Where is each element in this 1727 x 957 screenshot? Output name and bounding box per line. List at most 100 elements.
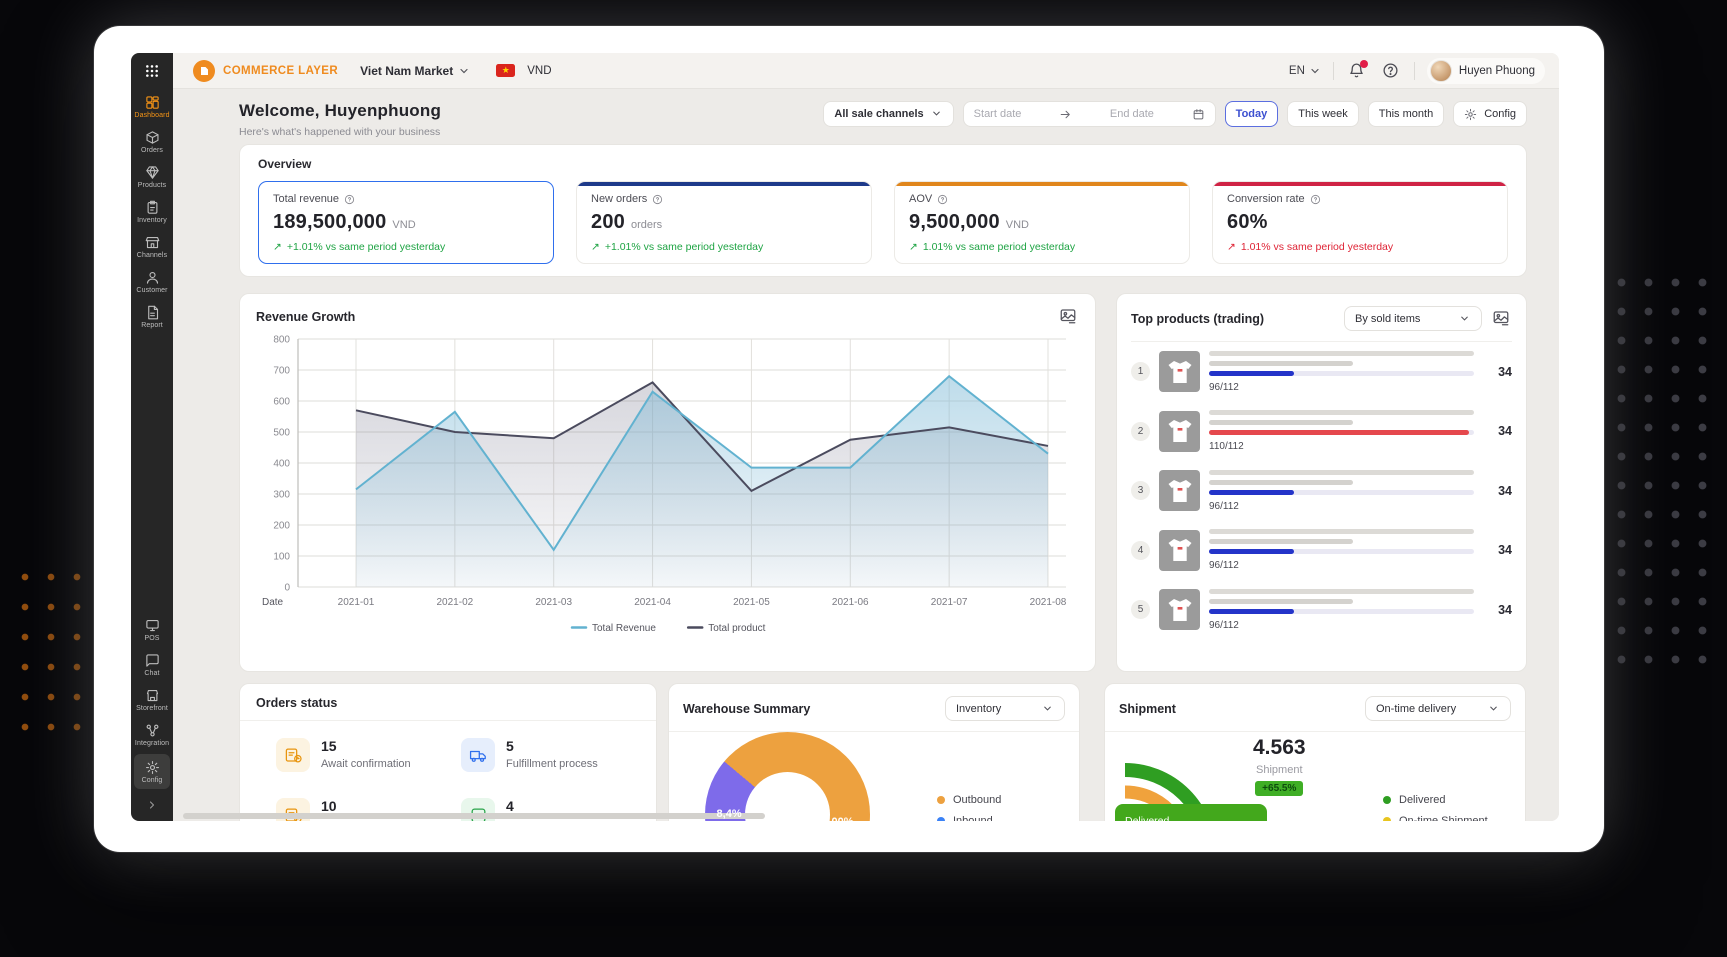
donut-small-label: 8,4% xyxy=(716,807,742,820)
decor-dots-right xyxy=(1608,268,1712,678)
order-pending-icon xyxy=(276,738,310,772)
range-month-button[interactable]: This month xyxy=(1367,101,1445,127)
stat-value: 9,500,000 xyxy=(909,211,1000,233)
product-row[interactable]: 3 96/112 34 xyxy=(1131,461,1512,521)
stat-value: 60% xyxy=(1227,211,1268,233)
sort-select[interactable]: By sold items xyxy=(1344,306,1482,331)
orders-status-panel: Orders status 15 Await confirmation 5 Fulfi… xyxy=(239,683,657,821)
export-icon[interactable] xyxy=(1059,307,1079,327)
this-month-label: This month xyxy=(1378,108,1434,120)
sidebar-item-products[interactable]: Products xyxy=(131,159,173,194)
product-bars: 96/112 xyxy=(1209,469,1485,512)
sidebar-item-label: Dashboard xyxy=(134,112,170,119)
shipment-filter-select[interactable]: On-time delivery xyxy=(1365,696,1511,721)
grid-dots-icon xyxy=(144,63,160,79)
sidebar-item-label: Customer xyxy=(136,287,168,294)
progress-ratio: 96/112 xyxy=(1209,381,1239,393)
svg-text:2021-03: 2021-03 xyxy=(535,597,572,608)
sidebar-item-inventory[interactable]: Inventory xyxy=(131,194,173,229)
stat-unit: orders xyxy=(630,219,663,231)
shipment-panel: Shipment On-time delivery 4.563 Shipment… xyxy=(1104,683,1526,821)
sidebar-item-chat[interactable]: Chat xyxy=(131,647,173,682)
product-row[interactable]: 4 96/112 34 xyxy=(1131,521,1512,581)
warehouse-filter-select[interactable]: Inventory xyxy=(945,696,1065,721)
integration-icon xyxy=(145,723,160,738)
stat-card-conversion-rate[interactable]: Conversion rate 60% ↗ 1.01% vs same period … xyxy=(1212,181,1508,264)
horizontal-scrollbar[interactable] xyxy=(173,813,1559,819)
sidebar-item-config[interactable]: Config xyxy=(134,754,170,789)
product-image xyxy=(1159,351,1200,393)
user-menu[interactable]: Huyen Phuong xyxy=(1426,57,1545,84)
filter-bar: All sale channels Start date End date To… xyxy=(823,101,1527,127)
stat-card-total-revenue[interactable]: Total revenue 189,500,000 VND ↗ +1.01% vs sa… xyxy=(258,181,554,264)
stat-unit: VND xyxy=(392,219,416,231)
svg-text:2021-02: 2021-02 xyxy=(437,597,474,608)
product-value: 34 xyxy=(1498,483,1512,498)
page-subtitle: Here's what's happened with your busines… xyxy=(239,126,441,138)
order-status-tile[interactable]: 15 Await confirmation xyxy=(276,738,461,772)
stat-accent-bar xyxy=(1213,182,1507,186)
sidebar-item-label: Chat xyxy=(144,670,160,677)
product-row[interactable]: 2 110/112 34 xyxy=(1131,402,1512,462)
config-button[interactable]: Config xyxy=(1453,101,1527,127)
sidebar-item-label: Channels xyxy=(136,252,168,259)
help-button[interactable] xyxy=(1380,60,1402,82)
export-icon[interactable] xyxy=(1492,309,1512,329)
divider xyxy=(1332,61,1334,80)
svg-text:0: 0 xyxy=(284,583,290,594)
storefront-icon xyxy=(145,688,160,703)
revenue-growth-title: Revenue Growth xyxy=(256,310,356,324)
avatar xyxy=(1429,59,1452,82)
sale-channel-select[interactable]: All sale channels xyxy=(823,101,954,127)
sidebar-item-storefront[interactable]: Storefront xyxy=(131,682,173,717)
orders-status-title: Orders status xyxy=(256,696,338,710)
rank-badge: 4 xyxy=(1131,540,1150,560)
scrollbar-handle[interactable] xyxy=(183,813,766,819)
app-launcher-button[interactable] xyxy=(131,53,173,89)
stat-card-aov[interactable]: AOV 9,500,000 VND ↗ 1.01% vs same period yes… xyxy=(894,181,1190,264)
tile-count: 15 xyxy=(321,738,337,754)
range-week-button[interactable]: This week xyxy=(1287,101,1359,127)
sidebar-item-dashboard[interactable]: Dashboard xyxy=(131,89,173,124)
sidebar-item-integration[interactable]: Integration xyxy=(131,717,173,752)
overview-title: Overview xyxy=(258,157,312,171)
info-icon xyxy=(937,194,948,205)
language-label: EN xyxy=(1288,64,1305,77)
product-row[interactable]: 5 96/112 34 xyxy=(1131,580,1512,640)
notifications-button[interactable] xyxy=(1346,59,1368,82)
sidebar-item-customer[interactable]: Customer xyxy=(131,264,173,299)
range-today-button[interactable]: Today xyxy=(1224,101,1279,127)
skeleton-bar xyxy=(1209,529,1475,535)
skeleton-bar xyxy=(1209,350,1475,356)
order-status-tile[interactable]: 5 Fulfillment process xyxy=(461,738,646,772)
trend-arrow-icon: ↗ xyxy=(273,241,282,253)
brand-name: COMMERCE LAYER xyxy=(223,64,339,77)
sort-label: By sold items xyxy=(1355,312,1421,325)
sidebar-item-report[interactable]: Report xyxy=(131,299,173,334)
progress-fill xyxy=(1209,549,1294,555)
market-selector[interactable]: Viet Nam Market xyxy=(360,64,470,78)
today-label: Today xyxy=(1235,108,1268,120)
chevron-down-icon xyxy=(1459,313,1471,325)
pos-icon xyxy=(145,618,160,633)
stat-card-new-orders[interactable]: New orders 200 orders ↗ +1.01% vs same perio… xyxy=(576,181,872,264)
sidebar-item-pos[interactable]: POS xyxy=(131,612,173,647)
rank-badge: 2 xyxy=(1131,421,1150,441)
stat-delta: ↗ +1.01% vs same period yesterday xyxy=(591,241,857,253)
sidebar-expand-button[interactable] xyxy=(131,791,173,817)
calendar-icon xyxy=(1192,108,1205,121)
product-row[interactable]: 1 96/112 34 xyxy=(1131,342,1512,402)
stat-label: Conversion rate xyxy=(1227,193,1305,205)
shipment-title: Shipment xyxy=(1119,701,1176,716)
sidebar-item-channels[interactable]: Channels xyxy=(131,229,173,264)
svg-text:600: 600 xyxy=(273,397,290,408)
language-selector[interactable]: EN xyxy=(1289,65,1321,77)
skeleton-bar xyxy=(1209,598,1353,604)
stat-value-row: 60% xyxy=(1227,211,1493,234)
stat-label-row: New orders xyxy=(591,193,857,205)
sidebar-item-orders[interactable]: Orders xyxy=(131,124,173,159)
date-range-picker[interactable]: Start date End date xyxy=(962,101,1216,127)
product-bars: 96/112 xyxy=(1209,588,1485,631)
warehouse-summary-panel: Warehouse Summary Inventory 8,4% 100% Ou… xyxy=(668,683,1080,821)
